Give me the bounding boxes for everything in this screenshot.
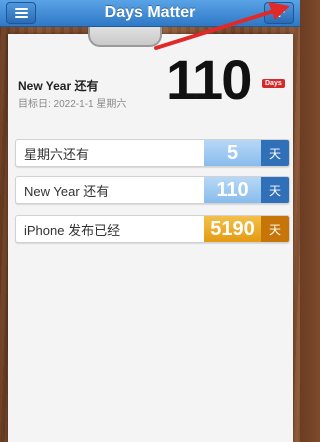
- hero-target-date: 目标日: 2022-1-1 星期六: [18, 99, 127, 110]
- event-row-new-year[interactable]: New Year 还有 110 天: [15, 176, 290, 204]
- event-row-saturday[interactable]: 星期六还有 5 天: [15, 139, 290, 167]
- event-row-count: 5190: [204, 216, 261, 242]
- annotation-arrow: [154, 2, 290, 50]
- event-row-label: iPhone 发布已经: [24, 222, 121, 238]
- hero-event-name: New Year 还有: [18, 79, 99, 93]
- event-row-label: New Year 还有: [24, 183, 110, 199]
- event-row-count: 5: [204, 140, 261, 166]
- event-row-unit: 天: [261, 216, 289, 242]
- hero-unit-badge: Days: [262, 79, 285, 88]
- event-row-iphone[interactable]: iPhone 发布已经 5190 天: [15, 215, 290, 243]
- event-row-unit: 天: [261, 177, 289, 203]
- hero-day-count: 110: [166, 48, 252, 111]
- event-row-label: 星期六还有: [24, 146, 90, 162]
- event-row-unit: 天: [261, 140, 289, 166]
- event-row-count: 110: [204, 177, 261, 203]
